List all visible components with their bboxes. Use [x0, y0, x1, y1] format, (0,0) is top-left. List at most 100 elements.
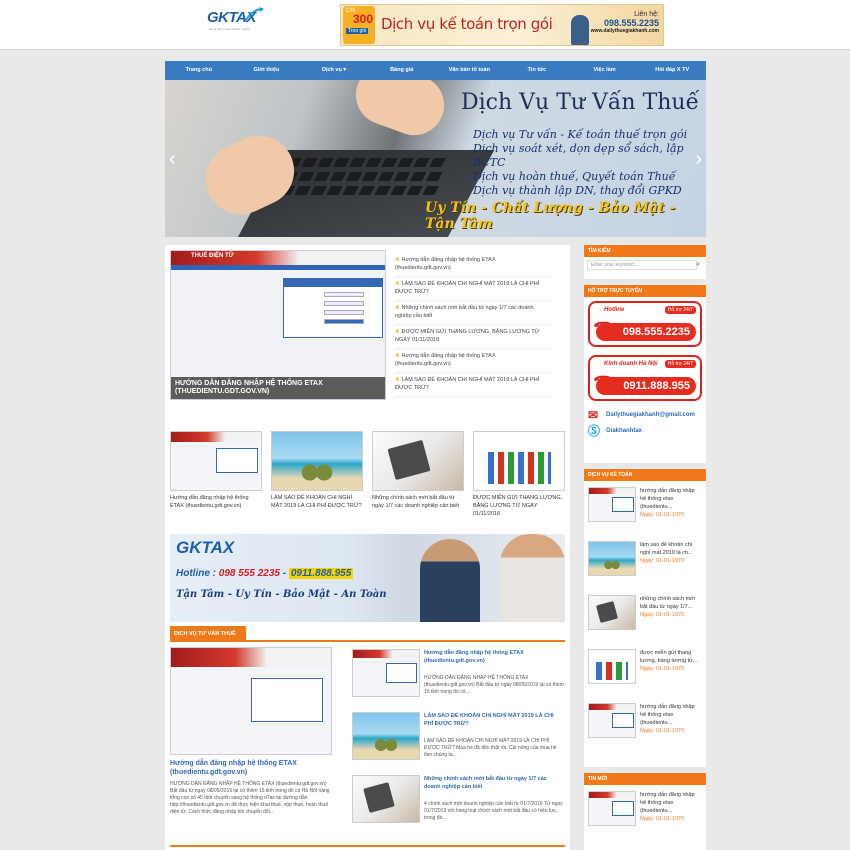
- promo-hotline-1: 098 555 2235: [218, 568, 280, 579]
- search-icon[interactable]: ⌕: [696, 261, 700, 269]
- list-item[interactable]: ★ LÀM SAO ĐỂ KHOẢN CHI NGHỈ MÁT 2019 LÀ …: [395, 373, 550, 397]
- post-title[interactable]: LÀM SAO ĐỂ KHOẢN CHI NGHỈ MÁT 2019 LÀ CH…: [424, 712, 564, 728]
- thumb-card[interactable]: ĐƯỢC MIỄN GỬI THANG LƯƠNG, BẢNG LƯƠNG TỪ…: [473, 431, 565, 518]
- post-image[interactable]: [170, 647, 332, 755]
- list-item[interactable]: ★ ĐƯỢC MIỄN GỬI THANG LƯƠNG, BẢNG LƯƠNG …: [395, 325, 550, 349]
- tax-login-box: [283, 278, 383, 338]
- skype-contact[interactable]: Ⓢ Giakhanhtax: [584, 423, 706, 439]
- post-image[interactable]: [588, 595, 636, 630]
- thumb-card[interactable]: Hướng dẫn đăng nhập hệ thống ETAX (thued…: [170, 431, 262, 510]
- list-item-title[interactable]: Hướng dẫn đăng nhập hệ thống ETAX (thued…: [395, 257, 496, 271]
- widget-title: HỖ TRỢ TRỰC TUYẾN: [584, 285, 706, 297]
- list-item[interactable]: ★ Những chính sách mới bắt đầu từ ngày 1…: [395, 301, 550, 325]
- nav-item-pricing[interactable]: Bảng giá: [368, 61, 436, 80]
- list-item[interactable]: được miễn gửi thang lương, bảng lương từ…: [584, 643, 706, 697]
- nav-item-faq[interactable]: Hỏi đáp X TV: [638, 61, 706, 80]
- post-image[interactable]: [352, 775, 420, 823]
- ad-site: www.dailythuegiakhanh.com: [590, 28, 659, 34]
- section-title[interactable]: DỊCH VỤ TƯ VẤN THUẾ: [170, 626, 246, 642]
- ad-contact: Liên hệ: 098.555.2235 www.dailythuegiakh…: [589, 11, 659, 34]
- post-image[interactable]: [588, 541, 636, 576]
- list-item[interactable]: hướng dẫn đăng nhập hệ thống etax (thued…: [584, 697, 706, 751]
- list-item[interactable]: hướng dẫn đăng nhập hệ thống etax (thued…: [584, 785, 706, 839]
- list-item[interactable]: những chính sách mới bắt đầu từ ngày 1/7…: [584, 589, 706, 643]
- email-text[interactable]: Dailythuegiakhanh@gmail.com: [606, 412, 695, 418]
- post-title[interactable]: Hướng dẫn đăng nhập hệ thống ETAX (thued…: [170, 759, 332, 777]
- promo-logo: GKTAX: [176, 538, 235, 557]
- list-item[interactable]: ★ Hướng dẫn đăng nhập hệ thống ETAX (thu…: [395, 253, 550, 277]
- slider-prev-icon[interactable]: ‹: [169, 148, 176, 171]
- thumb-caption[interactable]: ĐƯỢC MIỄN GỬI THANG LƯƠNG, BẢNG LƯƠNG TỪ…: [473, 494, 565, 518]
- hotline-card[interactable]: ☎ Hotline Hỗ trợ 24/7 098.555.2235: [588, 301, 702, 347]
- section-featured-post[interactable]: Hướng dẫn đăng nhập hệ thống ETAX (thued…: [170, 647, 332, 816]
- slider-next-icon[interactable]: ›: [695, 148, 702, 171]
- featured-post-image[interactable]: THUẾ ĐIỆN TỬ HƯỚNG DẪN ĐĂNG NHẬP HỆ THỐN…: [170, 250, 386, 400]
- post-title[interactable]: làm sao để khoản chi nghỉ mát 2019 là ch…: [640, 542, 693, 556]
- list-item-title[interactable]: Những chính sách mới bắt đầu từ ngày 1/7…: [395, 305, 534, 319]
- thumb-card[interactable]: Những chính sách mới bắt đầu từ ngày 1/7…: [372, 431, 464, 510]
- list-item[interactable]: Những chính sách mới bắt đầu từ ngày 1/7…: [352, 773, 565, 836]
- list-item[interactable]: ★ LÀM SAO ĐỂ KHOẢN CHI NGHỈ MÁT 2019 LÀ …: [395, 277, 550, 301]
- post-image[interactable]: [588, 487, 636, 522]
- post-title[interactable]: Hướng dẫn đăng nhập hệ thống ETAX (thued…: [424, 649, 564, 665]
- main-nav: Trang chủ Giới thiệu Dịch vụ ▾ Bảng giá …: [165, 61, 706, 80]
- post-image[interactable]: [588, 703, 636, 738]
- nav-item-documents[interactable]: Văn bản tổ toán: [436, 61, 504, 80]
- hotline-phone[interactable]: 098.555.2235: [596, 323, 696, 341]
- thumb-card[interactable]: LÀM SAO ĐỂ KHOẢN CHI NGHỈ MÁT 2019 LÀ CH…: [271, 431, 363, 510]
- post-image[interactable]: [352, 712, 420, 760]
- slide-lines: Dịch vụ Tư vấn - Kế toán thuế trọn gói D…: [473, 128, 706, 198]
- post-excerpt: LÀM SAO ĐỂ KHOẢN CHI NGHỈ MÁT 2019 LÀ CH…: [424, 738, 557, 758]
- list-item-title[interactable]: Hướng dẫn đăng nhập hệ thống ETAX (thued…: [395, 353, 496, 367]
- nav-item-services[interactable]: Dịch vụ ▾: [300, 61, 368, 80]
- sales-phone[interactable]: 0911.888.955: [596, 377, 696, 395]
- list-item[interactable]: LÀM SAO ĐỂ KHOẢN CHI NGHỈ MÁT 2019 LÀ CH…: [352, 710, 565, 773]
- featured-post-caption[interactable]: HƯỚNG DẪN ĐĂNG NHẬP HỆ THỐNG ETAX (THUED…: [171, 377, 385, 399]
- sales-card[interactable]: ☎ Kinh doanh Hà Nội Hỗ trợ 24/7 0911.888…: [588, 355, 702, 401]
- post-title[interactable]: những chính sách mới bắt đầu từ ngày 1/7…: [640, 596, 695, 610]
- thumb-caption[interactable]: Hướng dẫn đăng nhập hệ thống ETAX (thued…: [170, 494, 262, 510]
- list-item[interactable]: làm sao để khoản chi nghỉ mát 2019 là ch…: [584, 535, 706, 589]
- thumb-caption[interactable]: LÀM SAO ĐỂ KHOẢN CHI NGHỈ MÁT 2019 LÀ CH…: [271, 494, 363, 510]
- slide-line: Dịch vụ soát xét, dọn dẹp sổ sách, lập B…: [473, 142, 684, 169]
- list-item-title[interactable]: ĐƯỢC MIỄN GỬI THANG LƯƠNG, BẢNG LƯƠNG TỪ…: [395, 329, 539, 343]
- nav-item-jobs[interactable]: Việc làm: [571, 61, 639, 80]
- section-post-list: Hướng dẫn đăng nhập hệ thống ETAX (thued…: [352, 647, 565, 836]
- list-item[interactable]: hướng dẫn đăng nhập hệ thống etax (thued…: [584, 481, 706, 535]
- list-item[interactable]: Hướng dẫn đăng nhập hệ thống ETAX (thued…: [352, 647, 565, 710]
- skype-icon: Ⓢ: [588, 424, 601, 438]
- post-title[interactable]: được miễn gửi thang lương, bảng lương từ…: [640, 650, 697, 664]
- hero-slider[interactable]: Dịch Vụ Tư Vấn Thuế Dịch vụ Tư vấn - Kế …: [165, 80, 706, 237]
- post-title[interactable]: Những chính sách mới bắt đầu từ ngày 1/7…: [424, 775, 564, 791]
- search-input[interactable]: Enter your keyword...: [587, 260, 697, 270]
- nav-item-news[interactable]: Tin tức: [503, 61, 571, 80]
- list-item-title[interactable]: LÀM SAO ĐỂ KHOẢN CHI NGHỈ MÁT 2019 LÀ CH…: [395, 377, 539, 391]
- email-contact[interactable]: ✉ Dailythuegiakhanh@gmail.com: [584, 407, 706, 423]
- post-title[interactable]: hướng dẫn đăng nhập hệ thống etax (thued…: [640, 792, 695, 814]
- site-logo[interactable]: GKTAX Đồng hành cùng doanh nghiệp: [205, 6, 265, 36]
- thumb-image[interactable]: [372, 431, 464, 491]
- post-image[interactable]: [588, 791, 636, 826]
- support-badge: Hỗ trợ 24/7: [664, 306, 696, 314]
- thumb-caption[interactable]: Những chính sách mới bắt đầu từ ngày 1/7…: [372, 494, 464, 510]
- post-image[interactable]: [588, 649, 636, 684]
- post-title[interactable]: hướng dẫn đăng nhập hệ thống etax (thued…: [640, 488, 695, 510]
- person-illustration: [500, 534, 565, 622]
- post-title[interactable]: hướng dẫn đăng nhập hệ thống etax (thued…: [640, 704, 695, 726]
- promo-slogan: Tận Tâm - Uy Tín - Bảo Mật - An Toàn: [176, 589, 387, 600]
- thumbnail-grid: Hướng dẫn đăng nhập hệ thống ETAX (thued…: [170, 431, 565, 526]
- thumb-image[interactable]: [473, 431, 565, 491]
- post-image[interactable]: [352, 649, 420, 697]
- promo-hotline-label: Hotline :: [176, 568, 216, 579]
- promo-hotline-2: 0911.888.955: [288, 568, 354, 579]
- sales-label: Kinh doanh Hà Nội: [604, 361, 658, 367]
- skype-text[interactable]: Giakhanhtax: [606, 428, 642, 434]
- nav-item-about[interactable]: Giới thiệu: [233, 61, 301, 80]
- promo-banner[interactable]: GKTAX Hotline : 098 555 2235 - 0911.888.…: [170, 534, 565, 622]
- thumb-image[interactable]: [271, 431, 363, 491]
- list-item-title[interactable]: LÀM SAO ĐỂ KHOẢN CHI NGHỈ MÁT 2019 LÀ CH…: [395, 281, 539, 295]
- thumb-image[interactable]: [170, 431, 262, 491]
- nav-item-home[interactable]: Trang chủ: [165, 61, 233, 80]
- list-item[interactable]: ★ Hướng dẫn đăng nhập hệ thống ETAX (thu…: [395, 349, 550, 373]
- header-banner-ad[interactable]: Chỉ 300 Trọn gói Dịch vụ kế toán trọn gó…: [340, 4, 664, 46]
